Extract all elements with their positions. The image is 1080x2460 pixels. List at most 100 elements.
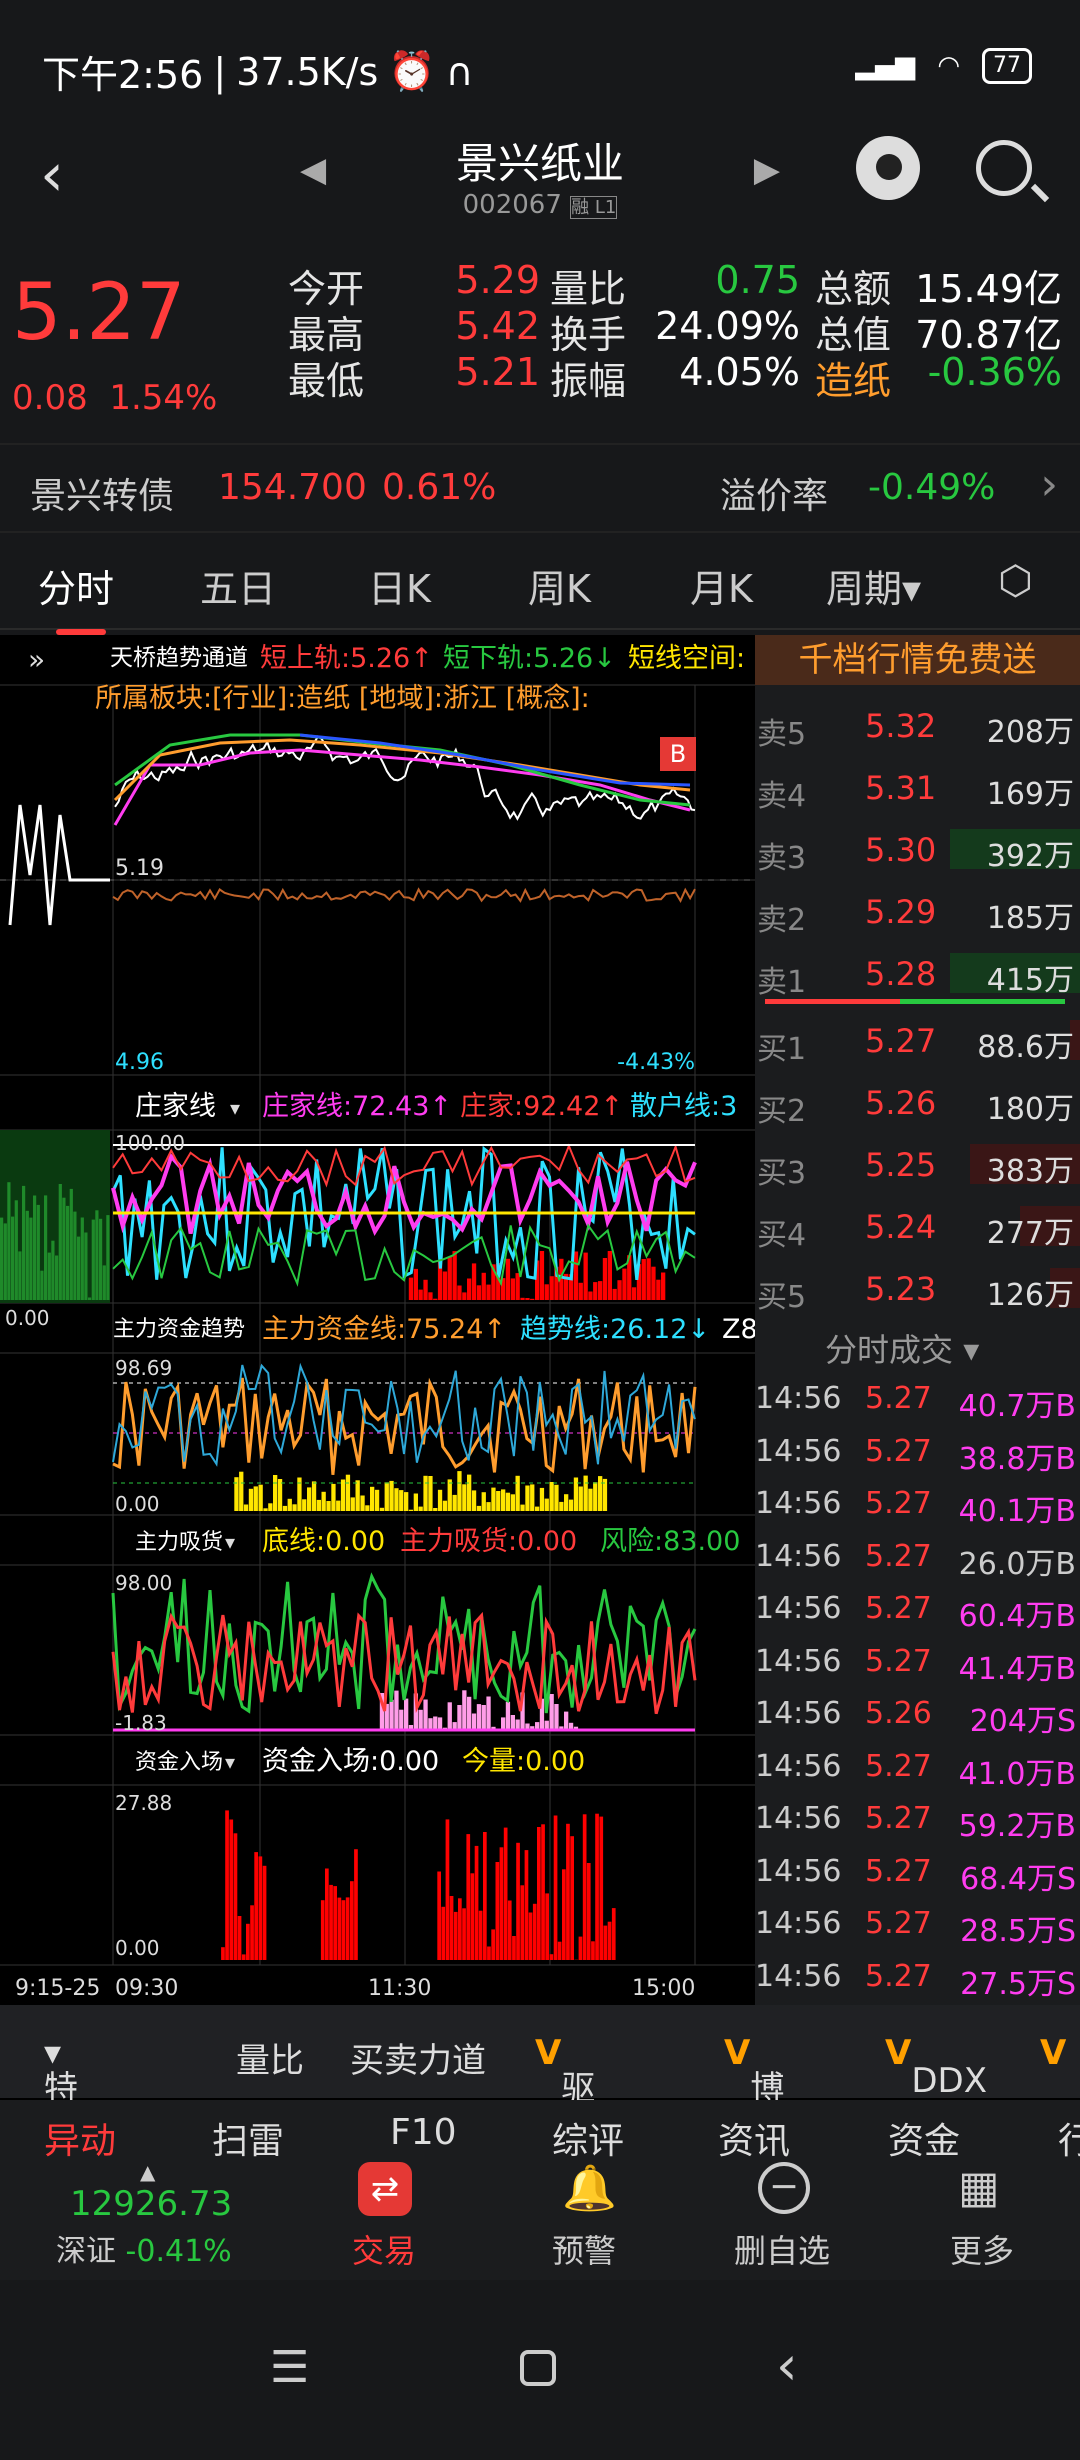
indicator-bar xyxy=(273,1475,278,1511)
indicator-bar xyxy=(507,1900,512,1960)
indicator-bar xyxy=(350,1497,355,1511)
nav-remove-watchlist[interactable]: 删自选 xyxy=(734,2226,830,2272)
trade-row: 14:56 5.27 68.4万S xyxy=(755,1848,1080,1900)
bell-icon[interactable]: 🔔 xyxy=(562,2162,617,2214)
bid-row[interactable]: 买4 5.24 277万 xyxy=(755,1196,1080,1256)
indicator-bar xyxy=(578,1282,583,1300)
p2-top: 100.00 xyxy=(115,1131,185,1155)
bid-row[interactable]: 买1 5.27 88.6万 xyxy=(755,1010,1080,1070)
p5-bot: 0.00 xyxy=(115,1936,160,1960)
quote-value: -0.36% xyxy=(927,350,1062,394)
trade-volume: 26.0万B xyxy=(958,1546,1076,1582)
tab-intraday[interactable]: 分时 xyxy=(38,558,114,635)
indicator-bar xyxy=(3,1223,7,1300)
nav-alert[interactable]: 预警 xyxy=(552,2226,616,2272)
indicator-bar xyxy=(33,1195,37,1300)
tab-more[interactable]: 行 xyxy=(1058,2112,1080,2160)
bid-volume: 180万 xyxy=(986,1092,1074,1127)
back-nav-icon[interactable]: ‹ xyxy=(776,2334,798,2397)
tab-monthly-k[interactable]: 月K xyxy=(690,558,753,613)
indicator-bar xyxy=(591,1941,595,1960)
grid-more-icon[interactable]: ▦ xyxy=(958,2162,1000,2213)
assistant-robot-icon[interactable] xyxy=(856,136,920,200)
ask-row[interactable]: 卖3 5.30 392万 xyxy=(755,819,1080,879)
indicator-bar xyxy=(568,1499,574,1511)
indicator-bar xyxy=(423,1699,428,1730)
indicator-bar xyxy=(73,1211,77,1300)
trade-price: 5.27 xyxy=(865,1853,932,1889)
indicator-bar xyxy=(467,1278,472,1300)
status-bar: 下午2:56 | 37.5K/s ⏰ ∩ ▂▄▆ ◠ 77 xyxy=(0,0,1080,130)
ask-row[interactable]: 卖5 5.32 208万 xyxy=(755,695,1080,755)
indicator-bar xyxy=(302,1499,307,1511)
tab-f10[interactable]: F10 xyxy=(390,2112,457,2153)
ask-volume: 169万 xyxy=(986,777,1074,812)
trade-price: 5.27 xyxy=(865,1538,932,1574)
indicator-bar xyxy=(651,1266,656,1300)
trade-time: 14:56 xyxy=(755,1643,842,1679)
nav-more[interactable]: 更多 xyxy=(950,2226,1014,2272)
tab-daily-k[interactable]: 日K xyxy=(368,558,431,613)
p2-bot: 0.00 xyxy=(5,1306,50,1330)
tab-five-day[interactable]: 五日 xyxy=(200,558,276,613)
indicator-bar xyxy=(384,1482,389,1511)
ask-row[interactable]: 卖1 5.28 415万 xyxy=(755,943,1080,1003)
indicator-bar xyxy=(641,1259,646,1300)
indicator-bar xyxy=(18,1251,22,1300)
bid-row[interactable]: 买5 5.23 126万 xyxy=(755,1258,1080,1318)
indicator-bar xyxy=(389,1480,394,1511)
tool-bs-force[interactable]: 买卖力道 xyxy=(350,2033,486,2082)
indicator-bar xyxy=(505,1701,511,1730)
tab-funds[interactable]: 资金 xyxy=(888,2112,960,2160)
bid-level: 买2 xyxy=(757,1094,807,1129)
tool-drive[interactable]: V 驱动力 xyxy=(535,2033,595,2207)
tool-more-v[interactable]: V xyxy=(1040,2033,1066,2073)
ask-row[interactable]: 卖2 5.29 185万 xyxy=(755,881,1080,941)
tool-featured[interactable]: 特色 ▾ xyxy=(44,2033,78,2158)
search-icon[interactable] xyxy=(976,140,1032,196)
indicator-bar xyxy=(408,1509,414,1511)
tab-news[interactable]: 资讯 xyxy=(718,2112,790,2160)
ask-row[interactable]: 卖4 5.31 169万 xyxy=(755,757,1080,817)
indicator-bar xyxy=(428,1718,433,1730)
p5-legend-2: 今量:0.00 xyxy=(462,1746,585,1777)
trade-icon[interactable]: ⇄ xyxy=(358,2162,412,2216)
menu-icon[interactable]: ☰ xyxy=(270,2342,309,2393)
convertible-bond-bar[interactable]: 景兴转债 154.700 0.61% 溢价率 -0.49% › xyxy=(0,443,1080,533)
trade-time: 14:56 xyxy=(755,1748,842,1784)
trades-title[interactable]: 分时成交 ▾ xyxy=(825,1325,979,1371)
trade-volume: 40.7万B xyxy=(958,1389,1076,1424)
tab-minesweep[interactable]: 扫雷 xyxy=(212,2112,284,2160)
tab-weekly-k[interactable]: 周K xyxy=(528,558,591,613)
home-icon[interactable] xyxy=(520,2350,556,2386)
tool-ddx[interactable]: V DDX xyxy=(885,2033,987,2101)
bid-row[interactable]: 买2 5.26 180万 xyxy=(755,1072,1080,1132)
remove-watchlist-icon[interactable]: − xyxy=(758,2162,810,2214)
indicator-bar xyxy=(321,1491,326,1511)
tool-volume-ratio[interactable]: 量比 xyxy=(236,2033,304,2082)
tab-movement[interactable]: 异动 xyxy=(44,2112,116,2160)
tool-game[interactable]: V 博弈 xyxy=(724,2033,784,2158)
tab-period[interactable]: 周期▾ xyxy=(826,558,921,613)
p1-sector-line: 所属板块:[行业]:造纸 [地域]:浙江 [概念]: xyxy=(95,683,590,714)
quote-label: 最低 xyxy=(288,359,365,403)
indicator-bar xyxy=(239,1471,244,1511)
bid-row[interactable]: 买3 5.25 383万 xyxy=(755,1134,1080,1194)
level-1000-banner[interactable]: 千档行情免费送 xyxy=(755,635,1080,685)
indicator-bar xyxy=(336,1500,341,1511)
quote-label: 造纸 xyxy=(815,359,892,403)
indicator-bar xyxy=(549,1482,554,1511)
intraday-chart-area[interactable]: B 5.19 4.96 -4.43% » 天桥趋势通道 短上轨:5.26↑ 短下… xyxy=(0,635,758,2005)
settings-hex-icon[interactable]: ⬡ xyxy=(998,558,1033,604)
nav-trade[interactable]: 交易 xyxy=(352,2226,416,2272)
indicator-bar xyxy=(528,1912,533,1960)
indicator-bar xyxy=(40,1270,44,1300)
ask-level: 卖3 xyxy=(757,841,807,876)
alarm-icon: ⏰ xyxy=(388,49,436,93)
order-book-panel: 千档行情免费送 卖5 5.32 208万 卖4 5.31 169万 卖3 5.30 392万 卖2… xyxy=(755,635,1080,2005)
indicator-bar xyxy=(254,1852,258,1960)
next-stock-icon[interactable]: ▶ xyxy=(754,150,780,190)
indicator-bar xyxy=(462,1292,467,1300)
premium-label: 溢价率 xyxy=(720,476,829,517)
tab-rating[interactable]: 综评 xyxy=(552,2112,624,2160)
